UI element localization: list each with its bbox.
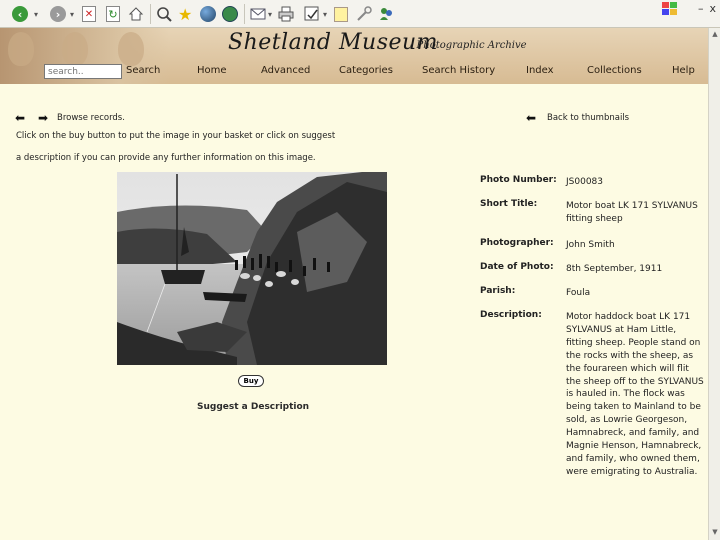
description-line: Motor haddock boat LK 171 [566, 312, 691, 322]
short-title-value: Motor boat LK 171 SYLVANUS fitting sheep [566, 200, 706, 226]
search-icon[interactable] [156, 5, 172, 23]
description-line: the fourareen which will flit [566, 363, 689, 374]
nav-index[interactable]: Index [526, 65, 554, 76]
back-to-thumbnails-link[interactable]: Back to thumbnails [547, 113, 629, 123]
nav-home[interactable]: Home [197, 65, 227, 76]
instructions-line-1: Click on the buy button to put the image… [16, 131, 336, 141]
nav-categories[interactable]: Categories [339, 65, 393, 76]
windows-logo-icon [660, 0, 680, 16]
back-arrow-icon[interactable]: ‹ [12, 5, 28, 23]
description-line: and family, who owned them, [566, 453, 700, 464]
home-icon[interactable] [128, 5, 144, 23]
short-title-label: Short Title: [480, 199, 538, 209]
short-title-line: Motor boat LK 171 SYLVANUS [566, 201, 698, 211]
browse-records-label: Browse records. [57, 113, 125, 123]
instructions-line-2: a description if you can provide any fur… [16, 153, 316, 163]
description-line: were emigrating to Australia. [566, 466, 698, 477]
search-link[interactable]: Search [126, 65, 160, 76]
description-line: the sheep off to the SYLVANUS [566, 376, 704, 387]
description-line: Hamnabreck, and family, and [566, 428, 700, 439]
scroll-down-icon[interactable]: ▼ [710, 528, 720, 538]
description-line: Magnie Henson, Hamnabreck, [566, 441, 702, 452]
nav-advanced[interactable]: Advanced [261, 65, 310, 76]
description-line: being taken to Mainland to be [566, 402, 701, 413]
date-of-photo-label: Date of Photo: [480, 262, 554, 272]
previous-record-arrow-icon[interactable]: ⬅ [15, 111, 25, 125]
suggest-description-link[interactable]: Suggest a Description [197, 402, 309, 412]
short-title-line: fitting sheep [566, 213, 623, 224]
print-icon[interactable] [278, 5, 294, 23]
photographer-value: John Smith [566, 240, 615, 250]
minimize-button[interactable]: – [698, 2, 704, 15]
back-dropdown-icon[interactable]: ▾ [34, 5, 38, 23]
site-header: Shetland Museum - Photographic Archive S… [0, 28, 708, 84]
description-line: is hauled in. The flock was [566, 389, 685, 400]
forward-dropdown-icon[interactable]: ▾ [70, 5, 74, 23]
back-to-thumbnails-arrow-icon[interactable]: ⬅ [526, 111, 536, 125]
messenger-icon[interactable] [378, 5, 394, 23]
site-subtitle: - Photographic Archive [410, 40, 527, 51]
nav-collections[interactable]: Collections [587, 65, 642, 76]
nav-search-history[interactable]: Search History [422, 65, 495, 76]
description-line: the rocks with the sheep, as [566, 350, 694, 361]
description-value: Motor haddock boat LK 171 SYLVANUS at Ha… [566, 311, 706, 479]
vertical-scrollbar[interactable]: ▲ ▼ [708, 28, 720, 540]
photo-number-value: JS00083 [566, 177, 603, 187]
tools-icon[interactable] [356, 5, 372, 23]
scroll-up-icon[interactable]: ▲ [710, 30, 720, 40]
description-line: SYLVANUS at Ham Little, [566, 324, 677, 335]
nav-help[interactable]: Help [672, 65, 695, 76]
photo-number-label: Photo Number: [480, 175, 557, 185]
search-input[interactable] [44, 64, 122, 79]
parish-value: Foula [566, 288, 591, 298]
description-line: sold, as Lowrie Georgeson, [566, 415, 688, 426]
mail-icon[interactable] [250, 5, 266, 23]
parish-label: Parish: [480, 286, 516, 296]
note-icon[interactable] [334, 5, 348, 23]
date-of-photo-value: 8th September, 1911 [566, 264, 663, 274]
close-button[interactable]: x [709, 2, 716, 15]
history-icon[interactable] [222, 5, 238, 23]
photographer-label: Photographer: [480, 238, 554, 248]
media-icon[interactable] [200, 5, 216, 23]
edit-dropdown-icon[interactable]: ▾ [323, 5, 327, 23]
mail-dropdown-icon[interactable]: ▾ [268, 5, 272, 23]
forward-arrow-icon[interactable]: › [50, 5, 66, 23]
refresh-icon[interactable]: ↻ [106, 5, 120, 23]
stop-icon[interactable]: ✕ [82, 5, 96, 23]
next-record-arrow-icon[interactable]: ➡ [38, 111, 48, 125]
archive-photo[interactable] [117, 172, 387, 365]
description-line: fitting sheep. People stand on [566, 337, 701, 348]
description-label: Description: [480, 310, 542, 320]
favorites-star-icon[interactable]: ★ [178, 5, 192, 24]
browser-toolbar: ‹ ▾ › ▾ ✕ ↻ ★ ▾ ▾ – x [0, 0, 720, 28]
edit-icon[interactable] [304, 5, 320, 23]
buy-button[interactable]: Buy [238, 375, 264, 387]
site-title: Shetland Museum [228, 30, 439, 55]
